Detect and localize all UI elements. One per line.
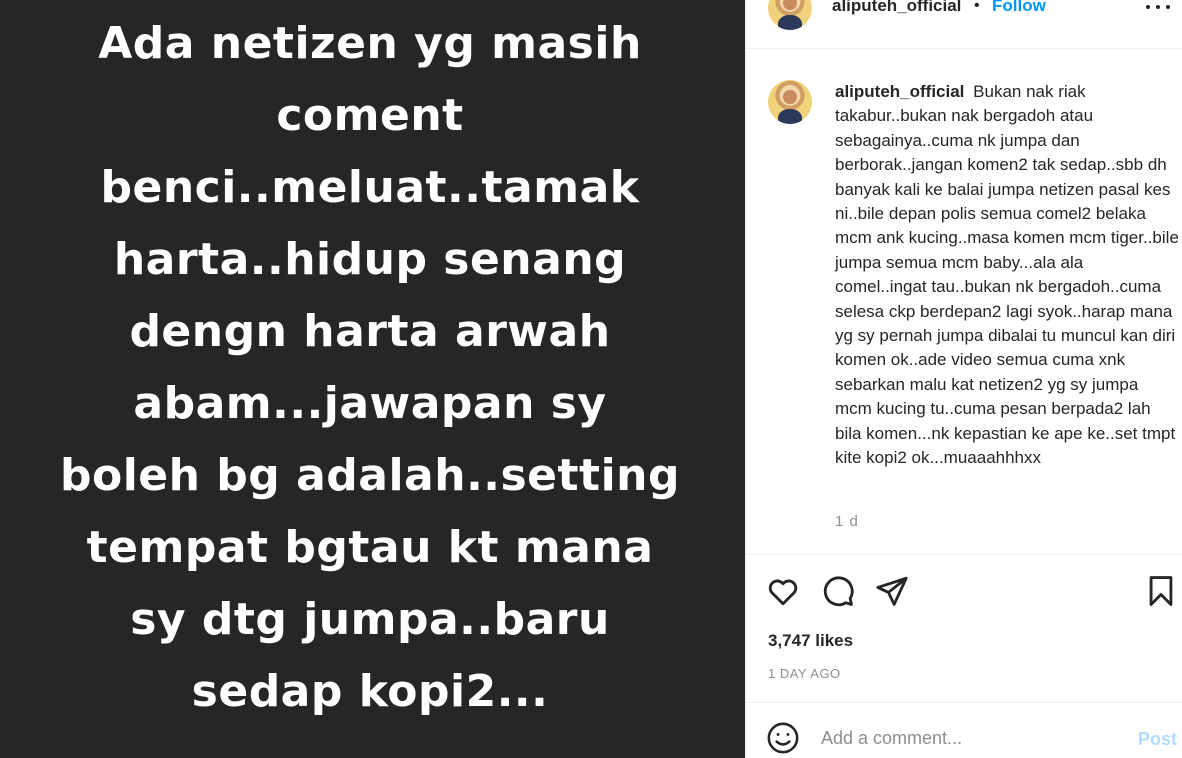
caption-body: aliputeh_official Bukan nak riak takabur… bbox=[835, 80, 1179, 471]
bookmark-icon[interactable] bbox=[1144, 574, 1178, 608]
separator-dot: • bbox=[974, 0, 980, 14]
post-image-line: boleh bg adalah..setting bbox=[59, 450, 680, 501]
caption-timestamp[interactable]: 1 d bbox=[835, 513, 859, 530]
post-image-line: sedap kopi2... bbox=[191, 666, 549, 717]
post-timestamp[interactable]: 1 DAY AGO bbox=[768, 666, 841, 681]
likes-count[interactable]: 3,747 likes bbox=[768, 631, 853, 651]
post-image-line: harta..hidup senang bbox=[113, 234, 627, 285]
header-username[interactable]: aliputeh_official bbox=[832, 0, 961, 16]
post-image-line: sy dtg jumpa..baru bbox=[130, 594, 610, 645]
avatar[interactable] bbox=[768, 0, 812, 30]
caption-text: Bukan nak riak takabur..bukan nak bergad… bbox=[835, 82, 1179, 468]
more-options-icon[interactable] bbox=[1146, 0, 1170, 14]
post-image-line: dengn harta arwah bbox=[129, 306, 611, 357]
heart-icon[interactable] bbox=[766, 574, 800, 608]
post-image: Ada netizen yg masih coment benci..melua… bbox=[0, 0, 745, 758]
post-button[interactable]: Post bbox=[1138, 729, 1177, 750]
post-image-line: abam...jawapan sy bbox=[133, 378, 607, 429]
follow-button[interactable]: Follow bbox=[992, 0, 1046, 16]
post-image-text: Ada netizen yg masih coment benci..melua… bbox=[0, 8, 740, 728]
comment-bar: Post bbox=[746, 702, 1182, 758]
comment-icon[interactable] bbox=[821, 574, 855, 608]
post-image-line: tempat bgtau kt mana bbox=[86, 522, 654, 573]
post-image-line: Ada netizen yg masih bbox=[98, 18, 642, 69]
post-header: aliputeh_official • Follow bbox=[746, 0, 1182, 49]
emoji-icon[interactable] bbox=[766, 721, 800, 755]
caption-username[interactable]: aliputeh_official bbox=[835, 82, 964, 101]
share-icon[interactable] bbox=[875, 574, 909, 608]
action-bar bbox=[746, 556, 1182, 631]
avatar[interactable] bbox=[768, 80, 812, 124]
post-image-line: coment bbox=[276, 90, 464, 141]
comment-input[interactable] bbox=[821, 725, 1121, 751]
post-sidebar: aliputeh_official • Follow aliputeh_offi… bbox=[745, 0, 1182, 758]
post-image-line: benci..meluat..tamak bbox=[100, 162, 640, 213]
caption-section: aliputeh_official Bukan nak riak takabur… bbox=[746, 50, 1182, 555]
